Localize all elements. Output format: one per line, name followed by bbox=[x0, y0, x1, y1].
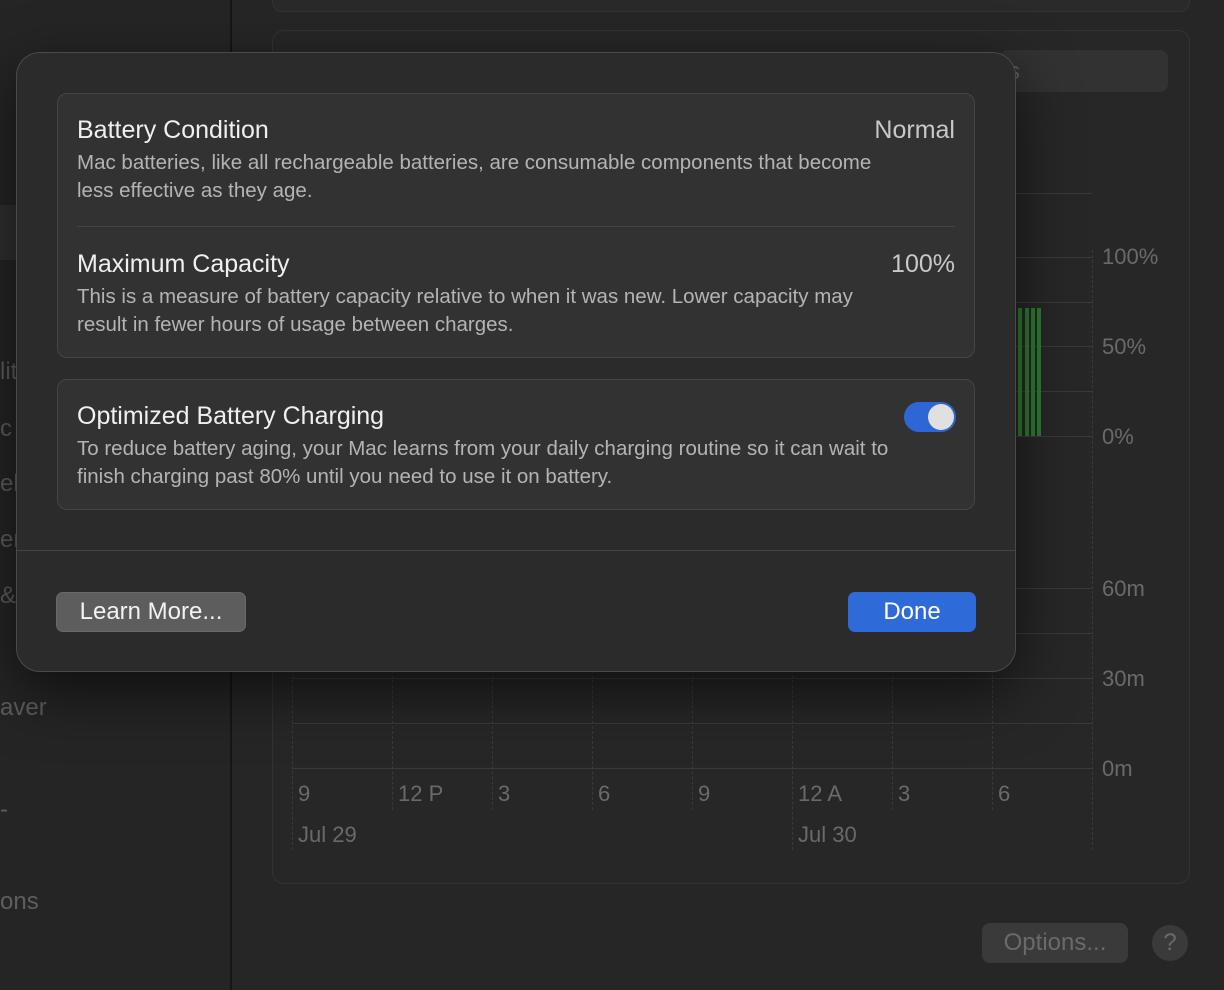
grid-line bbox=[292, 670, 293, 850]
grid-line bbox=[492, 670, 493, 810]
sidebar-item-fragment[interactable]: - bbox=[0, 796, 8, 824]
grid-line bbox=[1092, 250, 1093, 850]
learn-more-button[interactable]: Learn More... bbox=[56, 592, 246, 632]
x-axis-label: 6 bbox=[598, 781, 611, 806]
x-axis-date: Jul 29 bbox=[298, 822, 357, 847]
battery-health-sheet: Battery Condition Normal Mac batteries, … bbox=[16, 52, 1016, 672]
divider bbox=[77, 226, 955, 227]
grid-line bbox=[792, 670, 793, 850]
x-axis-label: 9 bbox=[698, 781, 711, 806]
battery-condition-description: Mac batteries, like all rechargeable bat… bbox=[77, 151, 872, 202]
grid-line bbox=[892, 670, 893, 810]
y-axis-label: 50% bbox=[1102, 334, 1147, 359]
optimized-charging-title: Optimized Battery Charging bbox=[77, 402, 385, 430]
grid-line bbox=[692, 670, 693, 810]
panel-top bbox=[272, 0, 1190, 12]
x-axis-label: 3 bbox=[498, 781, 511, 806]
maximum-capacity-title: Maximum Capacity bbox=[77, 250, 290, 278]
battery-health-group: Battery Condition Normal Mac batteries, … bbox=[57, 93, 975, 358]
optimized-charging-description: To reduce battery aging, your Mac learns… bbox=[77, 437, 889, 488]
done-button[interactable]: Done bbox=[848, 592, 976, 632]
x-axis-label: 12 P bbox=[398, 781, 444, 806]
x-axis-date: Jul 30 bbox=[798, 822, 857, 847]
sidebar-item-fragment[interactable]: lit bbox=[0, 358, 17, 386]
y-axis-label: 0m bbox=[1102, 756, 1133, 781]
grid-line bbox=[392, 670, 393, 810]
battery-level-bar bbox=[1018, 308, 1022, 436]
maximum-capacity-description: This is a measure of battery capacity re… bbox=[77, 285, 853, 336]
battery-condition-title: Battery Condition bbox=[77, 116, 269, 144]
x-axis-label: 6 bbox=[998, 781, 1011, 806]
maximum-capacity-value: 100% bbox=[891, 250, 955, 278]
toggle-knob bbox=[928, 404, 954, 430]
y-axis-label: 60m bbox=[1102, 576, 1145, 601]
x-axis-label: 3 bbox=[898, 781, 911, 806]
battery-condition-value: Normal bbox=[874, 116, 955, 144]
battery-level-bar bbox=[1025, 308, 1029, 436]
sidebar-item-fragment[interactable]: ons bbox=[0, 888, 39, 916]
help-button[interactable]: ? bbox=[1152, 925, 1188, 961]
sidebar-item-fragment[interactable]: c bbox=[0, 415, 12, 443]
y-axis-label: 0% bbox=[1102, 424, 1134, 449]
options-button[interactable]: Options... bbox=[982, 923, 1128, 963]
optimized-charging-toggle[interactable] bbox=[904, 402, 956, 432]
sheet-divider bbox=[17, 550, 1015, 551]
x-axis-label: 12 A bbox=[798, 781, 843, 806]
y-axis-label: 100% bbox=[1102, 244, 1159, 269]
sidebar-item-fragment[interactable]: aver bbox=[0, 694, 47, 722]
grid-line bbox=[992, 670, 993, 810]
x-axis-label: 9 bbox=[298, 781, 311, 806]
optimized-charging-group: Optimized Battery Charging To reduce bat… bbox=[57, 379, 975, 510]
segmented-control[interactable] bbox=[1000, 50, 1168, 92]
battery-level-bar bbox=[1031, 308, 1035, 436]
battery-level-bar bbox=[1037, 308, 1041, 436]
grid-line bbox=[592, 670, 593, 810]
y-axis-label: 30m bbox=[1102, 666, 1145, 691]
sidebar-item-fragment[interactable]: & bbox=[0, 582, 16, 610]
